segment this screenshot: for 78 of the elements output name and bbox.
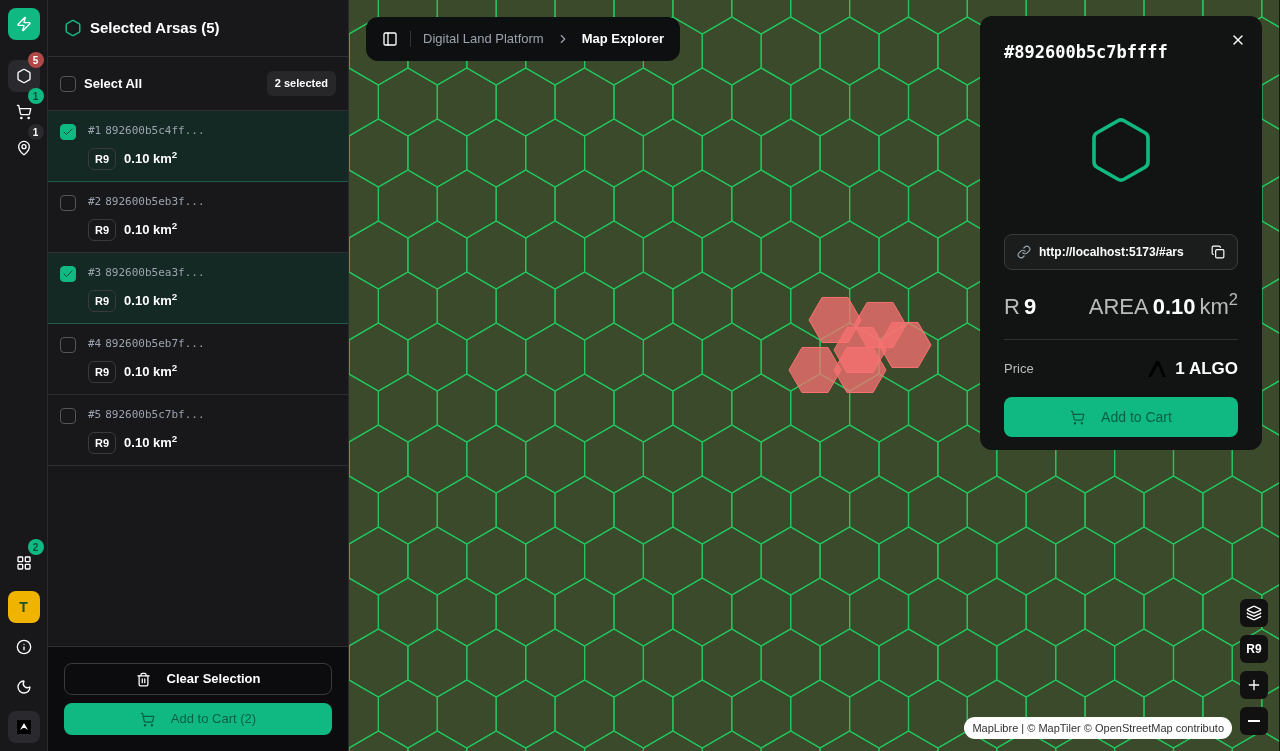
resolution-tag: R9 [88,431,117,454]
resolution-value: 9 [1023,292,1037,321]
item-index: #5 [88,407,102,423]
panel-title: Selected Arsas (5) [90,17,220,38]
breadcrumb-current: Map Explorer [581,30,665,49]
user-avatar[interactable]: T [7,591,40,623]
item-index: #2 [88,194,102,210]
resolution-label: R [1004,292,1020,321]
area-text: 0.10 km$^{2}$ [124,291,178,310]
count-badge: 2 [27,539,44,555]
checkbox[interactable] [60,195,76,211]
brand-button[interactable] [7,711,40,743]
arsa-title: #892600b5c7bffff [1004,41,1169,64]
resolution-tag: R9 [88,289,117,312]
resolution-tag: R9 [88,360,117,383]
count-badge: 5 [27,52,44,68]
link-field[interactable]: http://localhost:5173/#ars [1004,233,1238,270]
area-text: 0.10 km$^{2}$ [124,149,178,168]
logo-icon [16,720,31,734]
grid-icon [15,555,32,571]
item-index: #4 [88,336,102,352]
map-attribution: MapLibre | © MapTiler © OpenStreetMap contributo [964,716,1232,739]
check-icon [62,126,74,138]
item-index: #1 [88,123,102,139]
resolution-tag: R9 [88,147,117,170]
info-icon [15,639,32,655]
hexagon-icon [15,68,32,84]
check-icon [62,268,74,280]
lightning-icon [15,16,32,32]
sidebar-toggle-icon[interactable] [382,31,398,47]
area-text: 0.10 km$^{2}$ [124,220,178,239]
app-logo[interactable] [7,8,40,40]
item-id: 892600b5eb3f... [105,194,205,210]
cart-icon [1070,409,1086,425]
area-unit: km$^{2}$ [1199,289,1238,321]
resolution-button[interactable]: R9 [1240,635,1268,663]
item-index: #3 [88,265,102,281]
arsa-list-item[interactable]: #1 892600b5c4ff... R9 0.10 km$^{2}$ [48,111,348,182]
price-label: Price [1004,359,1034,378]
layers-icon [1246,605,1262,621]
area-text: 0.10 km$^{2}$ [124,362,178,381]
checkbox[interactable] [60,337,76,353]
select-all-label: Select All [84,74,144,93]
copy-icon[interactable] [1211,244,1225,259]
checkbox[interactable] [60,266,76,282]
link-text: http://localhost:5173/#ars [1039,243,1185,261]
cart-icon [139,711,155,727]
layers-button[interactable] [1240,599,1268,627]
arsa-list-item[interactable]: #3 892600b5ea3f... R9 0.10 km$^{2}$ [48,253,348,324]
pin-icon [15,140,32,156]
cart-icon [15,104,32,120]
breadcrumb-link[interactable]: Digital Land Platform [423,29,544,49]
checkbox[interactable] [60,75,76,92]
item-id: 892600b5ea3f... [105,265,205,281]
plus-icon [1246,677,1262,693]
selected-count: 2 selected [266,71,336,96]
link-icon [1017,244,1031,259]
item-id: 892600b5c4ff... [105,123,205,139]
count-badge: 1 [27,124,44,140]
resolution-tag: R9 [88,218,117,241]
minus-icon [1248,720,1260,722]
count-badge: 1 [27,88,44,104]
item-id: 892600b5eb7f... [105,336,205,352]
area-value: 0.10 [1152,292,1196,321]
item-id: 892600b5c7bf... [105,407,205,423]
price-value: 1 ALGO [1175,357,1238,380]
area-text: 0.10 km$^{2}$ [124,433,178,452]
arsa-list-item[interactable]: #5 892600b5c7bf... R9 0.10 km$^{2}$ [48,395,348,466]
moon-icon [15,679,32,695]
checkbox[interactable] [60,124,76,140]
area-label: AREA [1088,292,1149,321]
trash-icon [135,671,151,687]
checkbox[interactable] [60,408,76,424]
zoom-in-button[interactable] [1240,671,1268,699]
arsa-list-item[interactable]: #4 892600b5eb7f... R9 0.10 km$^{2}$ [48,324,348,395]
zoom-out-button[interactable] [1240,707,1268,735]
hexagon-icon [64,19,82,37]
clear-selection-button[interactable]: Clear Selection [64,663,332,695]
